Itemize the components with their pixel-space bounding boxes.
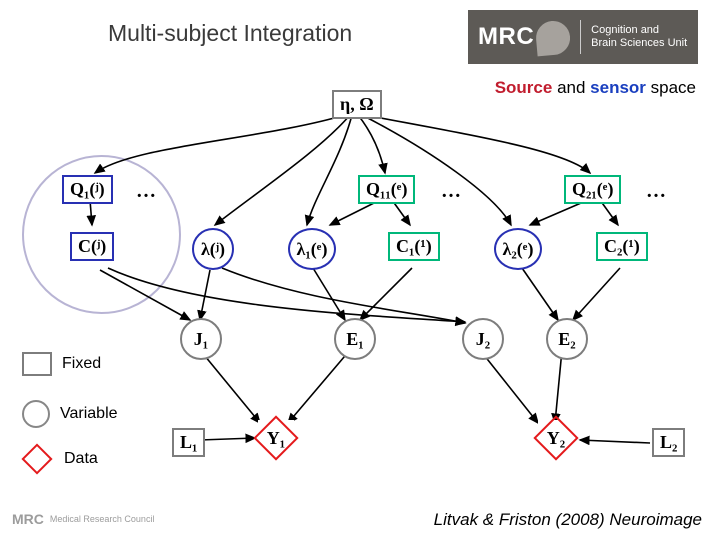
subtitle-sensor: sensor bbox=[590, 78, 646, 97]
dots-3: … bbox=[640, 178, 674, 205]
node-lambda-j: λ(ʲ) bbox=[192, 228, 234, 270]
logo-swirl-icon bbox=[535, 20, 572, 57]
citation: Litvak & Friston (2008) Neuroimage bbox=[434, 510, 702, 530]
node-Qe11: Q₁₁(ᵉ) bbox=[358, 175, 415, 204]
legend-variable-label: Variable bbox=[60, 405, 118, 423]
subtitle: Source and sensor space bbox=[495, 78, 696, 98]
node-lambda2e: λ₂(ᵉ) bbox=[494, 228, 542, 270]
legend-box-icon bbox=[22, 352, 52, 376]
legend-variable: Variable bbox=[22, 400, 118, 428]
node-eta-omega: η, Ω bbox=[332, 90, 382, 119]
diamond-icon: Y₂ bbox=[533, 415, 578, 460]
footer-text: Medical Research Council bbox=[50, 514, 155, 524]
node-Cj: C(ʲ) bbox=[70, 232, 114, 261]
legend-data-label: Data bbox=[64, 450, 98, 468]
node-Y2: Y₂ bbox=[538, 420, 574, 456]
logo-subtitle: Cognition and Brain Sciences Unit bbox=[591, 24, 687, 50]
node-C2: C₂(¹) bbox=[596, 232, 648, 261]
slide-title: Multi-subject Integration bbox=[108, 20, 352, 47]
footer-mrc-icon: MRC bbox=[12, 511, 44, 527]
node-Qe21: Q₂₁(ᵉ) bbox=[564, 175, 621, 204]
mrc-logo: MRC Cognition and Brain Sciences Unit bbox=[468, 10, 698, 64]
node-Qj: Q₁(ʲ) bbox=[62, 175, 113, 204]
legend-data: Data bbox=[26, 448, 98, 470]
node-Y1: Y₁ bbox=[258, 420, 294, 456]
node-Y2-label: Y₂ bbox=[542, 424, 570, 452]
subtitle-space: space bbox=[646, 78, 696, 97]
logo-divider bbox=[580, 20, 581, 54]
node-E1: E₁ bbox=[334, 318, 376, 360]
node-J1: J₁ bbox=[180, 318, 222, 360]
node-L1: L₁ bbox=[172, 428, 205, 457]
legend-diamond-icon bbox=[21, 443, 52, 474]
node-E2: E₂ bbox=[546, 318, 588, 360]
legend-fixed-label: Fixed bbox=[62, 355, 101, 373]
logo-main: MRC bbox=[478, 23, 534, 51]
node-Y1-label: Y₁ bbox=[262, 424, 290, 452]
legend-fixed: Fixed bbox=[22, 352, 101, 376]
dots-1: … bbox=[130, 178, 164, 205]
footer-logo: MRC Medical Research Council bbox=[12, 508, 162, 530]
logo-sub-line1: Cognition and bbox=[591, 24, 687, 37]
legend-circle-icon bbox=[22, 400, 50, 428]
node-C1: C₁(¹) bbox=[388, 232, 440, 261]
diamond-icon: Y₁ bbox=[253, 415, 298, 460]
logo-sub-line2: Brain Sciences Unit bbox=[591, 37, 687, 50]
subtitle-source: Source bbox=[495, 78, 553, 97]
subtitle-and: and bbox=[552, 78, 590, 97]
node-lambda1e: λ₁(ᵉ) bbox=[288, 228, 336, 270]
dots-2: … bbox=[435, 178, 469, 205]
node-L2: L₂ bbox=[652, 428, 685, 457]
node-J2: J₂ bbox=[462, 318, 504, 360]
